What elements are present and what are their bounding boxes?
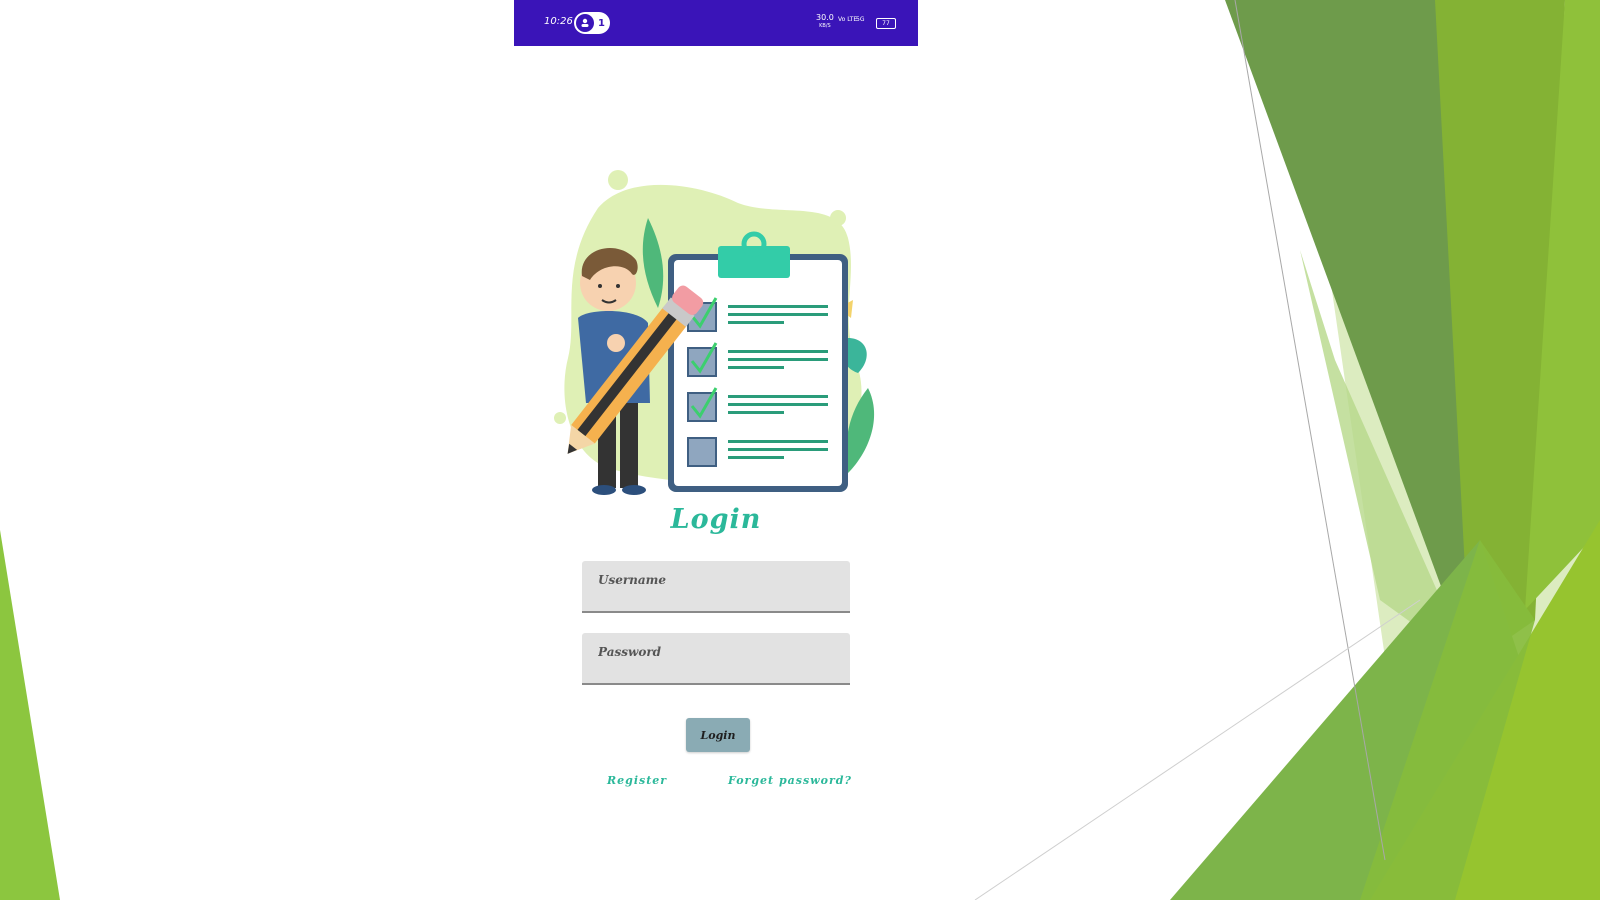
- login-button[interactable]: Login: [686, 718, 750, 752]
- status-bar: 10:26 1 30.0 KB/S Vo LTE 5G 77: [514, 0, 918, 46]
- hotspot-count: 1: [598, 17, 605, 29]
- register-link[interactable]: Register: [607, 774, 667, 787]
- password-input[interactable]: [582, 633, 850, 683]
- username-field[interactable]: [582, 561, 850, 613]
- battery-icon: 77: [876, 18, 896, 29]
- status-time: 10:26: [544, 16, 573, 27]
- forgot-password-link[interactable]: Forget password?: [728, 774, 852, 787]
- net-speed-value: 30.0: [816, 13, 834, 22]
- phone-screen: 10:26 1 30.0 KB/S Vo LTE 5G 77 Login Use…: [514, 0, 918, 900]
- login-title: Login: [670, 504, 762, 535]
- net-speed-unit: KB/S: [819, 23, 831, 29]
- checklist-illustration: [554, 170, 875, 495]
- signal-icon: 5G: [856, 16, 865, 23]
- username-input[interactable]: [582, 561, 850, 611]
- network-speed: 30.0 KB/S: [816, 14, 834, 30]
- hotspot-indicator[interactable]: 1: [574, 12, 610, 34]
- password-field[interactable]: [582, 633, 850, 685]
- volte-icon: Vo LTE: [838, 16, 858, 23]
- hotspot-icon: [576, 14, 594, 32]
- left-green-shape: [0, 530, 60, 900]
